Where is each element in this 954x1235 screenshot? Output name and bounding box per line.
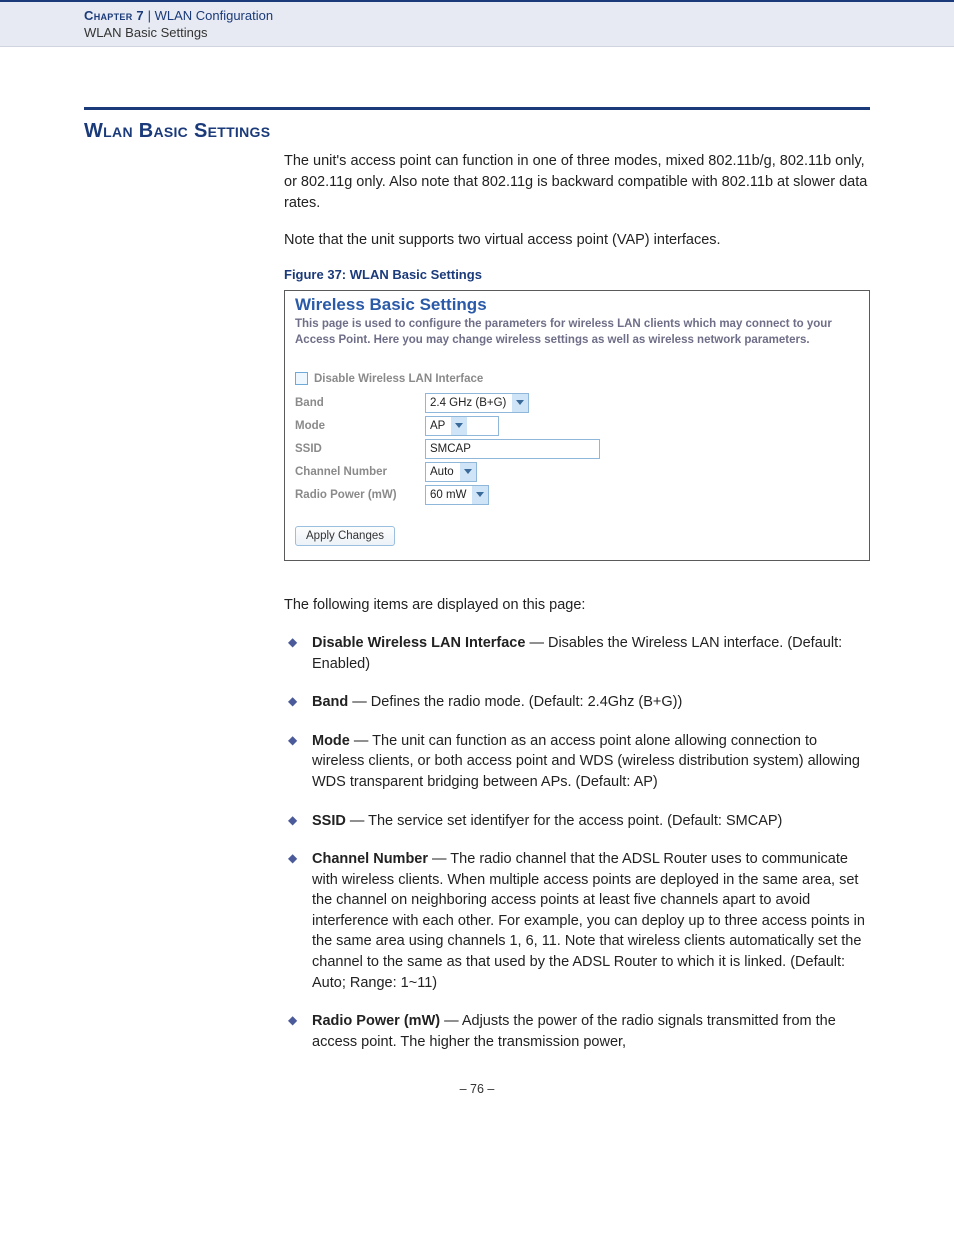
channel-row: Channel Number Auto [295,462,859,482]
header-subtitle: WLAN Basic Settings [84,25,954,40]
mode-select[interactable]: AP [425,416,499,436]
apply-changes-button[interactable]: Apply Changes [295,526,395,546]
figure-description: This page is used to configure the param… [295,317,859,348]
radio-power-label: Radio Power (mW) [295,489,425,501]
item-term: Disable Wireless LAN Interface [312,635,525,651]
page-header: Chapter 7 | WLAN Configuration WLAN Basi… [0,0,954,47]
item-term: Mode [312,733,350,749]
figure-title: Wireless Basic Settings [295,295,859,315]
band-value: 2.4 GHz (B+G) [430,397,510,409]
channel-select[interactable]: Auto [425,462,477,482]
radio-power-value: 60 mW [430,489,470,501]
channel-label: Channel Number [295,466,425,478]
item-desc: — The unit can function as an access poi… [312,733,860,790]
radio-power-row: Radio Power (mW) 60 mW [295,485,859,505]
item-term: SSID [312,813,346,829]
page-number: – 76 – [0,1082,954,1096]
band-label: Band [295,397,425,409]
list-item: SSID — The service set identifyer for th… [284,811,870,832]
mode-row: Mode AP [295,416,859,436]
list-item: Radio Power (mW) — Adjusts the power of … [284,1011,870,1052]
item-term: Band [312,694,348,710]
ssid-input[interactable] [425,439,600,459]
radio-power-select[interactable]: 60 mW [425,485,489,505]
disable-wlan-label: Disable Wireless LAN Interface [314,373,483,385]
list-item: Channel Number — The radio channel that … [284,849,870,993]
item-desc: — The radio channel that the ADSL Router… [312,851,865,990]
mode-value: AP [430,420,449,432]
ssid-label: SSID [295,443,425,455]
band-row: Band 2.4 GHz (B+G) [295,393,859,413]
item-desc: — Defines the radio mode. (Default: 2.4G… [348,694,682,710]
list-item: Disable Wireless LAN Interface — Disable… [284,633,870,674]
mode-label: Mode [295,420,425,432]
section-rule [84,107,870,110]
chevron-down-icon [512,394,528,412]
section-heading: Wlan Basic Settings [84,120,870,143]
item-desc: — The service set identifyer for the acc… [346,813,783,829]
intro-paragraph-1: The unit's access point can function in … [284,151,870,214]
list-item: Band — Defines the radio mode. (Default:… [284,692,870,713]
settings-list: Disable Wireless LAN Interface — Disable… [284,633,870,1052]
item-term: Channel Number [312,851,428,867]
chapter-title: WLAN Configuration [155,8,274,23]
chevron-down-icon [460,463,476,481]
ssid-row: SSID [295,439,859,459]
figure-wireless-basic-settings: Wireless Basic Settings This page is use… [284,290,870,561]
intro-paragraph-2: Note that the unit supports two virtual … [284,230,870,251]
disable-wlan-row: Disable Wireless LAN Interface [295,372,859,385]
chapter-label: Chapter 7 [84,8,144,23]
header-line-1: Chapter 7 | WLAN Configuration [84,8,954,23]
items-intro: The following items are displayed on thi… [284,597,870,613]
chevron-down-icon [451,417,467,435]
header-separator: | [148,8,151,23]
item-term: Radio Power (mW) [312,1013,440,1029]
band-select[interactable]: 2.4 GHz (B+G) [425,393,529,413]
list-item: Mode — The unit can function as an acces… [284,731,870,793]
figure-caption: Figure 37: WLAN Basic Settings [284,267,870,282]
disable-wlan-checkbox[interactable] [295,372,308,385]
channel-value: Auto [430,466,458,478]
chevron-down-icon [472,486,488,504]
